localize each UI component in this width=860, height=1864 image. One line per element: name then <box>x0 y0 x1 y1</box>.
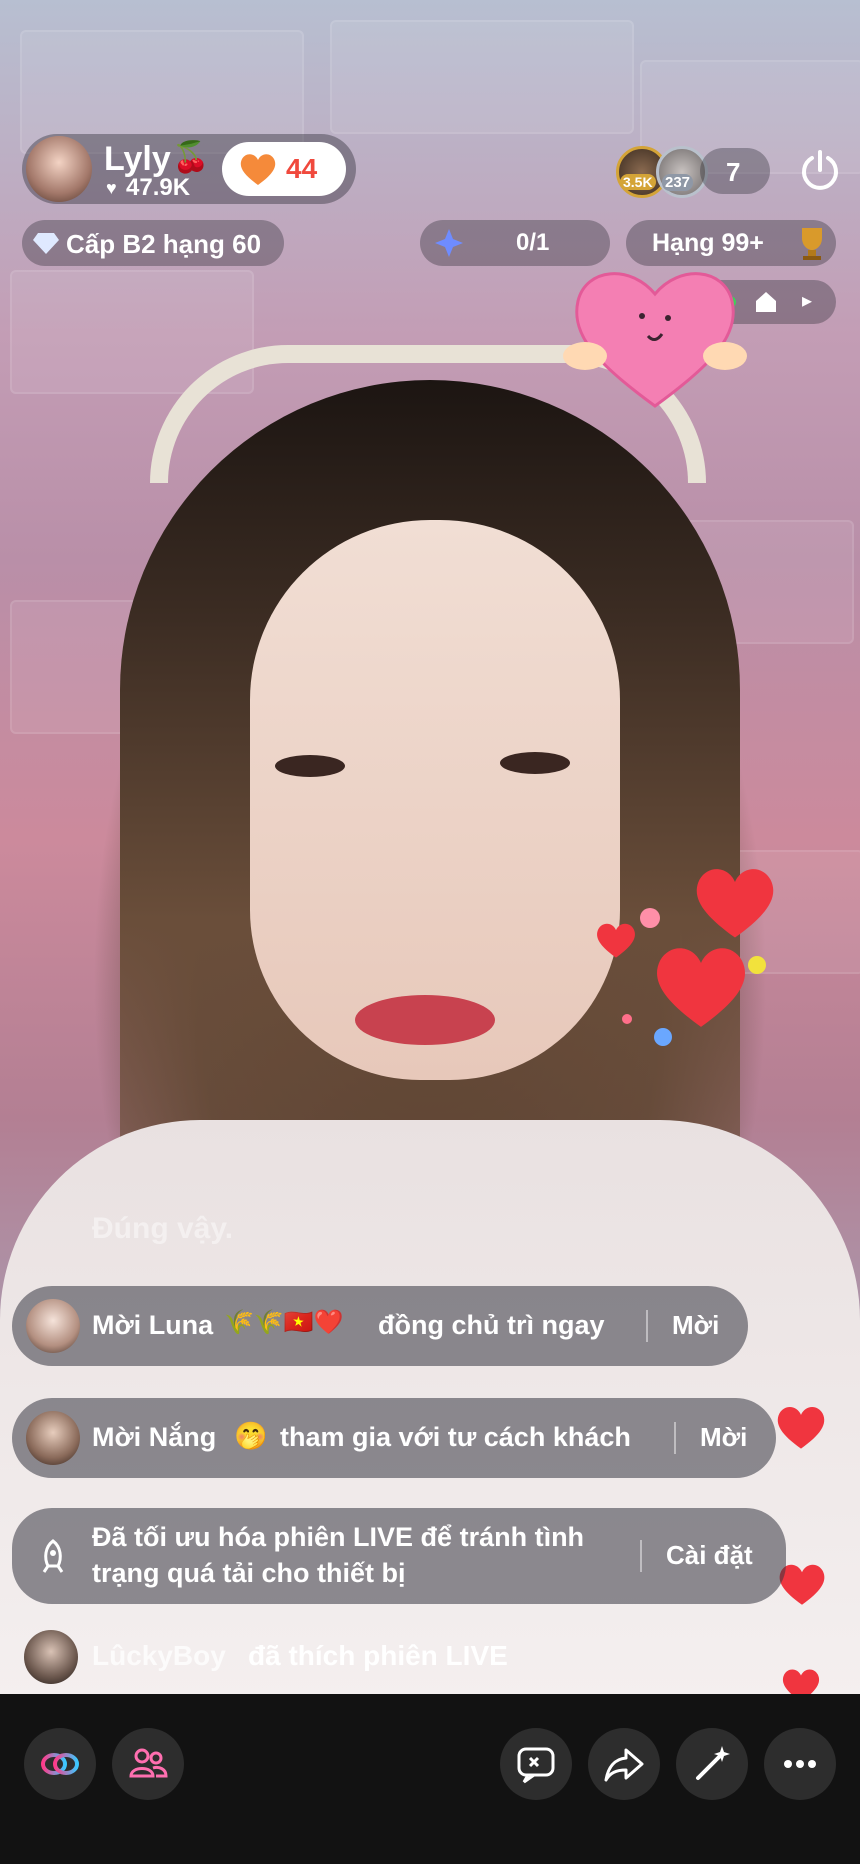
link-button[interactable] <box>24 1728 96 1800</box>
optimization-notice-card: Đã tối ưu hóa phiên LIVE để tránh tình t… <box>12 1508 786 1604</box>
comment-toggle-button[interactable] <box>500 1728 572 1800</box>
level-label: Cấp B2 hạng 60 <box>66 229 262 259</box>
floating-heart-icon <box>777 1407 825 1449</box>
heart-small-icon: ♥ <box>106 178 117 198</box>
invite-cohost-button[interactable]: Mời <box>672 1310 719 1341</box>
top-viewer-badge: 237 <box>662 174 694 191</box>
live-stream-view: Lyly 🍒 ♥ 47.9K 44 3.5K 237 7 Cấp B2 hạng… <box>0 0 860 1864</box>
smirk-emoji: 🤭 <box>234 1421 268 1451</box>
divider <box>640 1540 642 1572</box>
floating-heart-icon <box>597 923 635 958</box>
viewer-count-pill[interactable]: 7 <box>700 148 770 194</box>
activity-text: đã thích phiên LIVE <box>248 1640 508 1671</box>
trophy-icon <box>802 228 822 260</box>
link-icon <box>41 1753 79 1775</box>
more-icon <box>784 1760 816 1768</box>
chevron-right-icon[interactable]: ▸ <box>802 288 812 313</box>
host-likes-count: 47.9K <box>126 174 191 201</box>
streamer-eye <box>275 755 345 777</box>
host-avatar[interactable] <box>26 136 92 202</box>
notice-line-1: Đã tối ưu hóa phiên LIVE để tránh tình <box>92 1522 585 1552</box>
floating-heart-icon <box>696 869 774 938</box>
guests-icon <box>129 1748 168 1778</box>
home-icon[interactable] <box>752 288 780 316</box>
rank-label: Hạng 99+ <box>652 229 764 257</box>
share-button[interactable] <box>588 1728 660 1800</box>
guest-invite-suffix: tham gia với tư cách khách <box>280 1422 631 1452</box>
level-pill[interactable]: Cấp B2 hạng 60 <box>22 220 284 266</box>
confetti-dot <box>640 908 660 928</box>
divider <box>646 1310 648 1342</box>
streamer-eye <box>500 752 570 774</box>
liker-avatar <box>24 1630 78 1684</box>
hearts-count: 44 <box>286 153 318 184</box>
confetti-dot <box>654 1028 672 1046</box>
diamond-icon <box>33 233 59 254</box>
magic-wand-icon <box>696 1746 730 1780</box>
invitee-avatar <box>26 1299 80 1353</box>
confetti-dot <box>622 1014 632 1024</box>
liker-username[interactable]: LûckyBoy <box>92 1640 226 1672</box>
invitee-avatar <box>26 1411 80 1465</box>
invitee-emojis: 🌾🌾🇻🇳❤️ <box>224 1309 344 1336</box>
cohost-invite-card: Mời Luna 🌾🌾🇻🇳❤️ đồng chủ trì ngay Mời <box>12 1286 748 1366</box>
more-button[interactable] <box>764 1728 836 1800</box>
floating-heart-icon <box>657 948 745 1027</box>
heart-hug-sticker <box>563 272 747 408</box>
confetti-dot <box>748 956 766 974</box>
cohost-invite-prefix: Mời Luna <box>92 1310 214 1340</box>
hearts-button[interactable]: 44 <box>222 142 346 196</box>
host-card[interactable]: Lyly 🍒 ♥ 47.9K 44 <box>22 134 356 204</box>
cohost-invite-suffix: đồng chủ trì ngay <box>378 1310 605 1340</box>
sparkle-icon <box>435 229 463 257</box>
rocket-icon <box>42 1539 64 1573</box>
background-brick <box>330 20 634 134</box>
faded-comment: Đúng vậy. <box>92 1212 234 1245</box>
guest-invite-prefix: Mời Nắng <box>92 1422 217 1452</box>
streamer-lips <box>355 995 495 1045</box>
invite-guest-button[interactable]: Mời <box>700 1422 747 1453</box>
effects-button[interactable] <box>676 1728 748 1800</box>
settings-link-button[interactable]: Cài đặt <box>666 1540 753 1571</box>
guests-button[interactable] <box>112 1728 184 1800</box>
guest-invite-card: Mời Nắng 🤭 tham gia với tư cách khách Mờ… <box>12 1398 776 1478</box>
chat-off-icon <box>517 1747 555 1784</box>
share-icon <box>604 1748 644 1782</box>
orange-heart-icon <box>240 154 276 185</box>
power-icon[interactable] <box>798 148 842 192</box>
cherry-icon: 🍒 <box>172 141 210 174</box>
divider <box>674 1422 676 1454</box>
viewer-count: 7 <box>726 157 741 187</box>
top-viewer-badge: 3.5K <box>620 174 656 190</box>
progress-value: 0/1 <box>516 229 550 256</box>
notice-line-2: trạng quá tải cho thiết bị <box>92 1558 406 1588</box>
